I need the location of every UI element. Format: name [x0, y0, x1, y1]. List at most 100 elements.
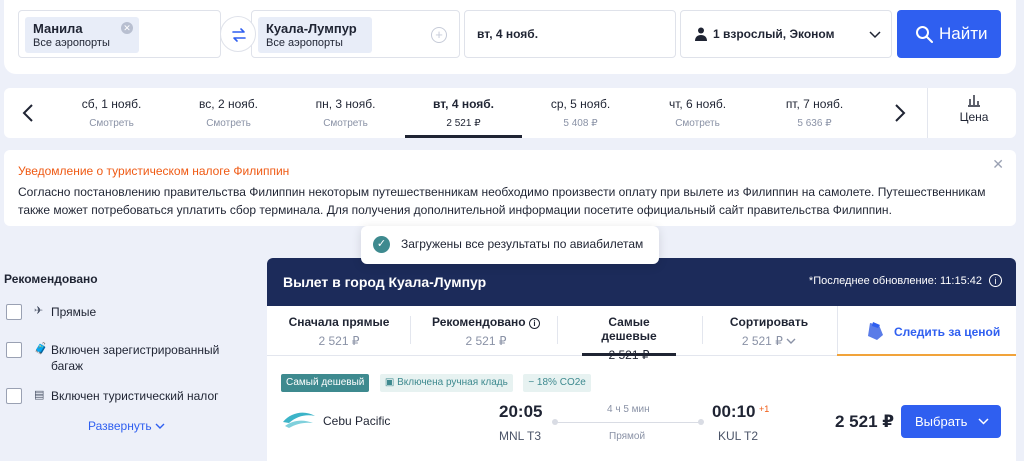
price-watch-accent — [837, 354, 1016, 356]
toast-message: Загружены все результаты по авиабилетам — [401, 237, 644, 251]
date-field[interactable]: вт, 4 нояб. — [464, 10, 676, 58]
stops: Прямой — [609, 431, 646, 442]
arrival-airport: KUL T2 — [718, 429, 759, 443]
close-icon[interactable]: ✕ — [992, 156, 1004, 173]
sort-tabs: Сначала прямые 2 521 ₽ Рекомендовано i 2… — [267, 306, 1016, 362]
date-tab-day: вт, 4 нояб. — [432, 97, 495, 111]
swap-icon — [232, 28, 246, 42]
divider — [702, 316, 703, 344]
plane-icon: ✈ — [34, 305, 44, 317]
last-updated: *Последнее обновление: 11:15:42 — [808, 275, 982, 287]
add-airport-icon[interactable]: + — [431, 27, 447, 43]
check-icon: ✓ — [373, 236, 390, 253]
chevron-right-icon — [895, 104, 906, 122]
info-icon: i — [528, 318, 540, 329]
chevron-left-icon — [22, 104, 33, 122]
passengers-field[interactable]: 1 взрослый, Эконом — [680, 10, 892, 58]
date-tab-day: пн, 3 нояб. — [315, 97, 376, 111]
remove-origin-icon[interactable]: ✕ — [121, 22, 133, 34]
sort-direct-first[interactable]: Сначала прямые 2 521 ₽ — [283, 306, 395, 356]
date-tab[interactable]: вс, 2 нояб. Смотреть — [170, 88, 287, 138]
destination-field[interactable]: Куала-Лумпур Все аэропорты + — [251, 10, 460, 58]
cheapest-badge: Самый дешевый — [281, 374, 370, 392]
results-loaded-toast: ✓ Загружены все результаты по авиабилета… — [361, 226, 659, 264]
passengers-value: 1 взрослый, Эконом — [713, 27, 835, 41]
bag-icon: ▣ — [384, 377, 395, 388]
swap-button[interactable] — [220, 16, 256, 52]
sort-cheapest[interactable]: Самые дешевые 2 521 ₽ — [582, 306, 676, 362]
filter-checked-baggage[interactable]: 🧳 Включен зарегистрированный багаж — [4, 340, 254, 386]
date-tab-price: Смотреть — [323, 118, 368, 129]
results-title: Вылет в город Куала-Лумпур — [283, 274, 487, 290]
date-tab-price: Смотреть — [675, 118, 720, 129]
bar-chart-icon — [968, 95, 980, 107]
sort-price: 2 521 ₽ — [318, 334, 360, 348]
select-label: Выбрать — [915, 414, 968, 429]
destination-airports: Все аэропорты — [266, 37, 343, 49]
date-tab[interactable]: пт, 7 нояб. 5 636 ₽ — [756, 88, 873, 138]
luggage-icon: 🧳 — [34, 343, 48, 355]
prev-dates-button[interactable] — [14, 98, 44, 128]
sort-price: 2 521 ₽ — [721, 334, 817, 348]
next-dates-button[interactable] — [884, 98, 914, 128]
checkbox[interactable] — [6, 342, 22, 358]
date-tab-selected[interactable]: вт, 4 нояб. 2 521 ₽ — [405, 88, 522, 138]
results-header: Вылет в город Куала-Лумпур *Последнее об… — [267, 258, 1016, 306]
date-tab-day: ср, 5 нояб. — [550, 97, 611, 111]
date-strip: сб, 1 нояб. Смотреть вс, 2 нояб. Смотрет… — [4, 88, 1016, 138]
destination-city: Куала-Лумпур — [266, 21, 357, 36]
origin-chip[interactable]: Манила Все аэропорты ✕ — [25, 17, 139, 53]
date-tab[interactable]: пн, 3 нояб. Смотреть — [287, 88, 404, 138]
chevron-down-icon — [786, 338, 796, 344]
sort-price: 2 521 ₽ — [465, 334, 507, 348]
flight-card[interactable]: Cebu Pacific 20:05 MNL T3 4 ч 5 мин Прям… — [267, 398, 1016, 458]
date-tab-day: вс, 2 нояб. — [199, 97, 258, 111]
filters-heading: Рекомендовано — [4, 272, 98, 286]
date-tab-price: 5 408 ₽ — [563, 118, 598, 129]
search-button[interactable]: Найти — [897, 10, 1001, 58]
notice-title: Уведомление о туристическом налоге Филип… — [18, 164, 290, 178]
date-tab-price: Смотреть — [89, 118, 134, 129]
chevron-down-icon — [155, 423, 165, 429]
origin-field[interactable]: Манила Все аэропорты ✕ — [18, 10, 221, 58]
price-graph-label: Цена — [959, 110, 989, 124]
destination-chip[interactable]: Куала-Лумпур Все аэропорты — [258, 17, 372, 53]
info-icon[interactable]: i — [989, 274, 1002, 287]
sort-price: 2 521 ₽ — [608, 348, 650, 362]
date-tab[interactable]: сб, 1 нояб. Смотреть — [53, 88, 170, 138]
sort-dropdown[interactable]: Сортировать 2 521 ₽ — [721, 306, 817, 356]
date-tab[interactable]: чт, 6 нояб. Смотреть — [639, 88, 756, 138]
checkbox[interactable] — [6, 388, 22, 404]
select-flight-button[interactable]: Выбрать — [901, 405, 1001, 438]
flight-tags: Самый дешевый ▣ Включена ручная кладь − … — [281, 372, 597, 392]
divider — [410, 316, 411, 344]
origin-airports: Все аэропорты — [33, 37, 110, 49]
next-day-badge: +1 — [759, 404, 770, 414]
origin-city: Манила — [33, 21, 83, 36]
expand-filters-link[interactable]: Развернуть — [88, 419, 165, 433]
sort-recommended[interactable]: Рекомендовано i 2 521 ₽ — [427, 306, 545, 356]
chevron-down-icon — [978, 418, 989, 425]
date-value: вт, 4 нояб. — [477, 27, 539, 41]
checkbox[interactable] — [6, 304, 22, 320]
search-bar: Манила Все аэропорты ✕ Куала-Лумпур Все … — [4, 0, 1016, 74]
filter-direct[interactable]: ✈ Прямые — [4, 302, 254, 340]
receipt-icon: ▤ — [34, 389, 45, 401]
filter-label: Включен туристический налог — [51, 389, 219, 403]
sort-label: Самые дешевые — [601, 315, 657, 343]
co2-badge: − 18% CO2e — [523, 374, 591, 392]
route-line — [552, 419, 704, 425]
flight-price: 2 521 ₽ — [835, 412, 895, 431]
divider — [557, 316, 558, 344]
date-tab[interactable]: ср, 5 нояб. 5 408 ₽ — [522, 88, 639, 138]
hand-luggage-badge: ▣ Включена ручная кладь — [379, 374, 513, 392]
airline-logo — [283, 412, 315, 428]
date-tab-day: чт, 6 нояб. — [668, 97, 727, 111]
arrival-time: 00:10 — [712, 402, 756, 421]
notice-body: Согласно постановлению правительства Фил… — [18, 185, 986, 217]
airline-name: Cebu Pacific — [323, 414, 391, 428]
search-button-label: Найти — [939, 24, 988, 43]
price-watch-button[interactable]: Следить за ценой — [837, 306, 1016, 356]
price-watch-label: Следить за ценой — [894, 325, 1001, 339]
price-graph-tab[interactable]: Цена — [939, 93, 1009, 124]
